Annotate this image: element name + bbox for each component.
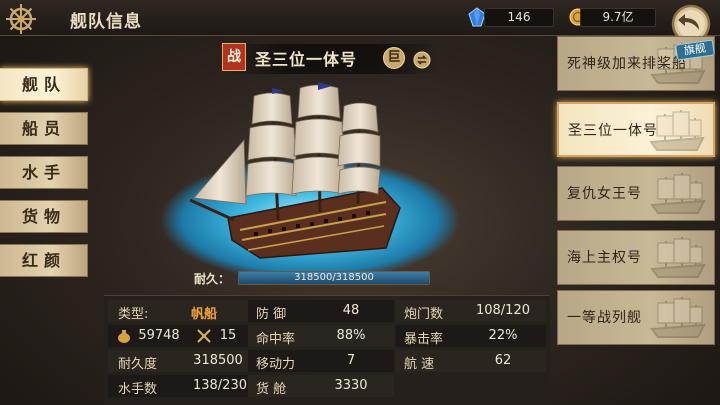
stat-crit-value: 22% xyxy=(488,328,518,343)
stat-cannon-row: 炮门数 108/120 xyxy=(396,300,546,322)
fleet-ship-item[interactable]: 复仇女王号 xyxy=(557,166,715,221)
stat-speed-key: 航 速 xyxy=(404,357,435,372)
fleet-ship-item[interactable]: 一等战列舰 xyxy=(557,290,715,345)
stat-cannon-key: 炮门数 xyxy=(404,307,444,322)
game-screen: 舰队信息 146 9.7亿 舰队 船员 水手 货物 红颜 战 圣三位一体号 巨 … xyxy=(0,0,720,405)
ship-stats-panel: 类型: 帆船 59748 15 耐久度 318500 水手数 138/230 防… xyxy=(104,295,550,405)
stat-speed-value: 62 xyxy=(494,353,512,368)
ship-silhouette-icon xyxy=(650,173,706,214)
stat-speed-row: 航 速 62 xyxy=(396,350,546,372)
stat-type-row: 类型: 帆船 xyxy=(108,300,258,322)
top-bar: 舰队信息 146 9.7亿 xyxy=(0,0,720,36)
nav-tab-fleet[interactable]: 舰队 xyxy=(0,68,88,101)
stat-cargo-row: 货 舱 3330 xyxy=(248,375,394,397)
stat-durability-key: 耐久度 xyxy=(118,357,158,372)
ship-name: 圣三位一体号 xyxy=(255,50,358,69)
stat-cargo-key: 货 舱 xyxy=(256,382,287,397)
stat-type-value: 帆船 xyxy=(190,307,217,322)
stat-sailors-row: 水手数 138/230 xyxy=(108,375,258,397)
stat-crew-value: 15 xyxy=(219,328,237,343)
stat-durability-value: 318500 xyxy=(193,353,243,368)
stat-crit-row: 暴击率 22% xyxy=(396,325,546,347)
stat-crit-key: 暴击率 xyxy=(404,332,444,347)
swap-icon[interactable] xyxy=(413,51,431,69)
stat-defense-value: 48 xyxy=(342,303,360,318)
fleet-ship-name: 复仇女王号 xyxy=(567,186,642,202)
stat-durability-row: 耐久度 318500 xyxy=(108,350,258,372)
stat-defense-key: 防 御 xyxy=(256,307,287,322)
stat-hit-row: 命中率 88% xyxy=(248,325,394,347)
fleet-ship-name: 一等战列舰 xyxy=(567,310,642,326)
ship-size-badge: 巨 xyxy=(383,47,405,69)
fleet-ship-name: 海上主权号 xyxy=(567,250,642,266)
stat-supply-value: 59748 xyxy=(138,328,180,343)
battle-ship-badge: 战 xyxy=(222,43,246,71)
stat-supply-row: 59748 15 xyxy=(108,325,258,347)
supply-icon xyxy=(118,330,130,343)
stat-cannon-value: 108/120 xyxy=(475,303,530,318)
stat-type-key: 类型: xyxy=(118,307,149,322)
ship-model xyxy=(160,81,460,280)
nav-tab-cargo[interactable]: 货物 xyxy=(0,200,88,233)
ship-silhouette-icon xyxy=(650,237,706,278)
gem-count: 146 xyxy=(484,8,554,27)
ship-wheel-icon[interactable] xyxy=(4,2,38,36)
fleet-ship-name: 圣三位一体号 xyxy=(568,123,658,139)
crossed-swords-icon xyxy=(197,329,211,343)
ship-silhouette-icon xyxy=(650,297,706,338)
page-title: 舰队信息 xyxy=(70,12,142,32)
fleet-ship-item[interactable]: 海上主权号 xyxy=(557,230,715,285)
stat-defense-row: 防 御 48 xyxy=(248,300,394,322)
nav-tab-crew[interactable]: 船员 xyxy=(0,112,88,145)
nav-tab-sailors[interactable]: 水手 xyxy=(0,156,88,189)
stat-move-row: 移动力 7 xyxy=(248,350,394,372)
stat-hit-key: 命中率 xyxy=(256,332,296,347)
durability-bar: 318500/318500 xyxy=(238,271,430,285)
durability-text: 318500/318500 xyxy=(294,272,374,283)
stat-move-value: 7 xyxy=(346,353,356,368)
gold-count: 9.7亿 xyxy=(580,8,656,27)
stat-cargo-value: 3330 xyxy=(334,378,368,393)
fleet-ship-name: 死神级加来排桨船 xyxy=(567,56,687,72)
stat-sailors-value: 138/230 xyxy=(192,378,247,393)
stat-hit-value: 88% xyxy=(336,328,366,343)
nav-tab-beauty[interactable]: 红颜 xyxy=(0,244,88,277)
stat-move-key: 移动力 xyxy=(256,357,296,372)
fleet-ship-item[interactable]: 圣三位一体号 xyxy=(557,102,715,157)
stat-sailors-key: 水手数 xyxy=(118,382,158,397)
durability-label: 耐久： xyxy=(194,272,231,286)
